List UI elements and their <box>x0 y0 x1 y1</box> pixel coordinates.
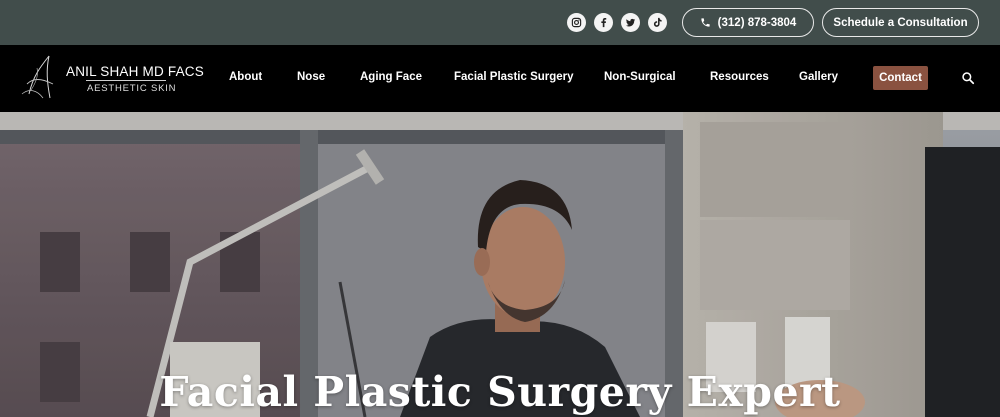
logo-mark-icon <box>21 55 54 99</box>
twitter-icon[interactable] <box>621 13 640 32</box>
contact-button[interactable]: Contact <box>873 66 928 90</box>
facebook-icon[interactable] <box>594 13 613 32</box>
tiktok-icon[interactable] <box>648 13 667 32</box>
phone-button[interactable]: (312) 878-3804 <box>682 8 814 37</box>
logo-subtitle: AESTHETIC SKIN <box>87 83 177 94</box>
logo-name: ANIL SHAH MD FACS <box>66 64 204 79</box>
nav-item-resources[interactable]: Resources <box>710 71 769 83</box>
nav-item-non-surgical[interactable]: Non-Surgical <box>604 71 676 83</box>
logo-divider <box>86 80 166 81</box>
phone-icon <box>701 18 710 27</box>
search-icon[interactable] <box>961 71 975 85</box>
schedule-consultation-label: Schedule a Consultation <box>833 16 968 29</box>
hero-section: Facial Plastic Surgery Expert <box>0 112 1000 417</box>
main-navbar: ANIL SHAH MD FACS AESTHETIC SKIN About N… <box>0 45 1000 112</box>
nav-item-nose[interactable]: Nose <box>297 71 325 83</box>
instagram-icon[interactable] <box>567 13 586 32</box>
top-bar: (312) 878-3804 Schedule a Consultation <box>0 0 1000 45</box>
phone-label: (312) 878-3804 <box>717 16 797 29</box>
nav-item-facial-plastic-surgery[interactable]: Facial Plastic Surgery <box>454 71 574 83</box>
hero-title: Facial Plastic Surgery Expert <box>159 368 841 416</box>
schedule-consultation-button[interactable]: Schedule a Consultation <box>822 8 979 37</box>
nav-item-aging-face[interactable]: Aging Face <box>360 71 422 83</box>
nav-item-gallery[interactable]: Gallery <box>799 71 838 83</box>
nav-item-about[interactable]: About <box>229 71 262 83</box>
